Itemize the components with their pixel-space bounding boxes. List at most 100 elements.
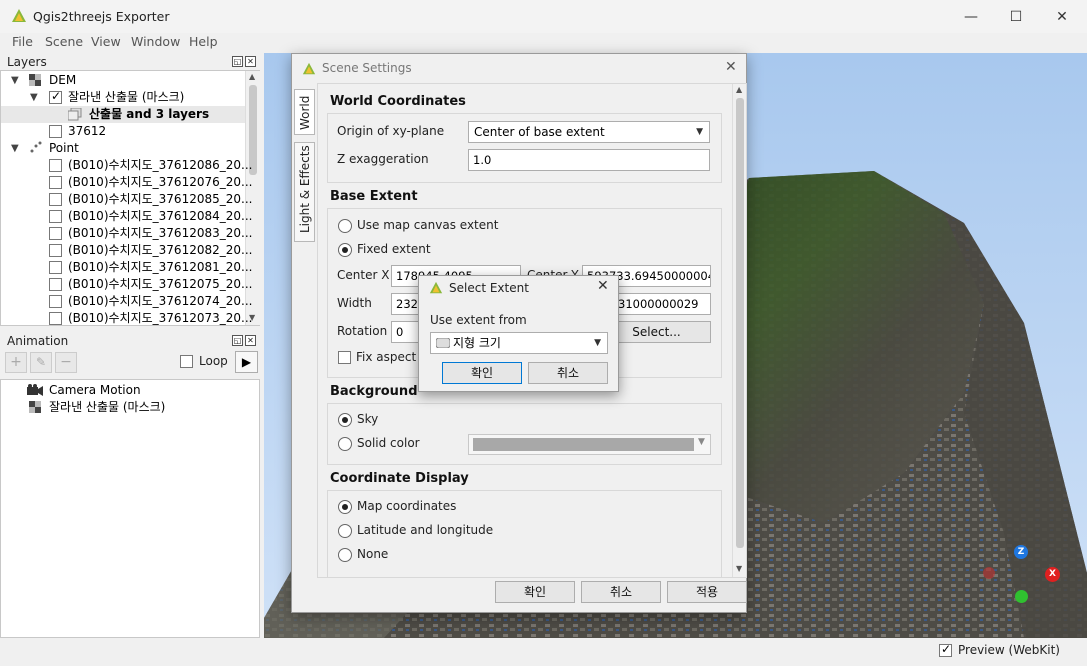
- fixed-extent-radio[interactable]: [338, 243, 352, 257]
- layer-checkbox[interactable]: [49, 295, 62, 308]
- layer-icon: [436, 338, 450, 348]
- tree-item-layer[interactable]: (B010)수치지도_37612085_20...: [68, 191, 252, 208]
- qgis-logo-icon: [429, 281, 443, 294]
- preview-checkbox[interactable]: [939, 642, 952, 657]
- menu-scene[interactable]: Scene: [45, 34, 83, 49]
- color-picker-button[interactable]: ▼: [468, 434, 711, 455]
- loop-checkbox[interactable]: [180, 355, 193, 368]
- menu-view[interactable]: View: [91, 34, 121, 49]
- layer-checkbox[interactable]: [49, 244, 62, 257]
- axis-neg-x-marker: [983, 567, 995, 579]
- lat-lon-label: Latitude and longitude: [357, 523, 494, 537]
- layer-checkbox[interactable]: [49, 210, 62, 223]
- axis-y-marker: [1015, 590, 1028, 603]
- layer-checkbox[interactable]: [49, 159, 62, 172]
- maximize-icon[interactable]: ☐: [1005, 6, 1027, 28]
- layer-checkbox[interactable]: [49, 261, 62, 274]
- tree-item-layer[interactable]: (B010)수치지도_37612083_20...: [68, 225, 252, 242]
- qgis-logo-icon: [302, 62, 316, 75]
- tree-item-37612[interactable]: 37612: [68, 123, 106, 140]
- tree-item-point[interactable]: Point: [49, 140, 79, 157]
- sky-label: Sky: [357, 412, 379, 426]
- chevron-down-icon: ▼: [696, 127, 703, 137]
- raster-layer-icon: [29, 401, 41, 413]
- minimize-icon[interactable]: —: [960, 6, 982, 28]
- section-title-coordinate-display: Coordinate Display: [330, 471, 469, 486]
- select-extent-dialog: Select Extent ✕ Use extent from 지형 크기 ▼ 확…: [418, 275, 619, 392]
- layer-checkbox[interactable]: [49, 193, 62, 206]
- tree-item-layer[interactable]: (B010)수치지도_37612084_20...: [68, 208, 252, 225]
- axis-z-marker: Z: [1014, 545, 1028, 559]
- tree-item-mask[interactable]: 잘라낸 산출물 (마스크): [68, 89, 184, 106]
- tree-item-group[interactable]: 산출물 and 3 layers: [89, 106, 209, 123]
- use-canvas-extent-radio[interactable]: [338, 219, 352, 233]
- use-canvas-extent-label: Use map canvas extent: [357, 218, 499, 232]
- chevron-down-icon: ▼: [698, 437, 705, 447]
- origin-combobox[interactable]: Center of base extent ▼: [468, 121, 710, 143]
- z-exaggeration-input[interactable]: 1.0: [468, 149, 710, 171]
- close-icon[interactable]: ✕: [725, 59, 737, 75]
- select-extent-cancel-button[interactable]: 취소: [528, 362, 608, 384]
- animation-item-camera[interactable]: Camera Motion: [49, 382, 141, 399]
- edit-keyframe-button[interactable]: ✎: [30, 352, 52, 373]
- apply-button[interactable]: 적용: [667, 581, 747, 603]
- close-panel-icon[interactable]: ✕: [245, 335, 256, 346]
- animation-tree: Camera Motion 잘라낸 산출물 (마스크): [0, 379, 260, 638]
- menu-file[interactable]: File: [12, 34, 33, 49]
- fix-aspect-checkbox[interactable]: [338, 351, 351, 364]
- close-icon[interactable]: ✕: [1051, 6, 1073, 28]
- play-button[interactable]: ▶: [235, 351, 258, 373]
- tree-item-layer[interactable]: (B010)수치지도_37612073_20...: [68, 310, 252, 327]
- map-coordinates-label: Map coordinates: [357, 499, 457, 513]
- menu-window[interactable]: Window: [131, 34, 180, 49]
- animation-panel-title: Animation: [7, 334, 69, 348]
- map-coordinates-radio[interactable]: [338, 500, 352, 514]
- layer-checkbox-mask[interactable]: [49, 89, 62, 104]
- tree-item-layer[interactable]: (B010)수치지도_37612081_20...: [68, 259, 252, 276]
- layers-tree: ▲ ▼ ▼ DEM ▼ 잘라낸 산출물 (마스크) 산출물 and 3 laye…: [0, 70, 260, 326]
- tree-item-dem[interactable]: DEM: [49, 72, 76, 89]
- sky-radio[interactable]: [338, 413, 352, 427]
- float-panel-icon[interactable]: ◱: [232, 56, 243, 67]
- none-radio[interactable]: [338, 548, 352, 562]
- layer-checkbox[interactable]: [49, 278, 62, 291]
- extent-source-combobox[interactable]: 지형 크기 ▼: [430, 332, 608, 354]
- lat-lon-radio[interactable]: [338, 524, 352, 538]
- float-panel-icon[interactable]: ◱: [232, 335, 243, 346]
- layer-checkbox[interactable]: [49, 227, 62, 240]
- axis-x-marker: X: [1045, 567, 1060, 582]
- tree-item-layer[interactable]: (B010)수치지도_37612086_20...: [68, 157, 252, 174]
- tab-light-effects[interactable]: Light & Effects: [294, 142, 315, 242]
- section-title-world-coordinates: World Coordinates: [330, 94, 466, 109]
- solid-color-radio[interactable]: [338, 437, 352, 451]
- dialog-scrollbar[interactable]: ▲ ▼: [732, 84, 746, 577]
- remove-keyframe-button[interactable]: −: [55, 352, 77, 373]
- layer-checkbox[interactable]: [49, 312, 62, 325]
- cancel-button[interactable]: 취소: [581, 581, 661, 603]
- layer-group-icon: [68, 108, 82, 121]
- none-label: None: [357, 547, 389, 561]
- tree-item-layer[interactable]: (B010)수치지도_37612076_20...: [68, 174, 252, 191]
- layer-checkbox-37612[interactable]: [49, 125, 62, 138]
- tree-item-layer[interactable]: (B010)수치지도_37612082_20...: [68, 242, 252, 259]
- qgis-logo-icon: [12, 9, 26, 22]
- menu-bar: File Scene View Window Help: [0, 33, 1087, 53]
- ok-button[interactable]: 확인: [495, 581, 575, 603]
- tree-item-layer[interactable]: (B010)수치지도_37612075_20...: [68, 276, 252, 293]
- add-keyframe-button[interactable]: +: [5, 352, 27, 373]
- select-extent-ok-button[interactable]: 확인: [442, 362, 522, 384]
- raster-layer-icon: [29, 74, 41, 86]
- fixed-extent-label: Fixed extent: [357, 242, 431, 256]
- tree-item-layer[interactable]: (B010)수치지도_37612074_20...: [68, 293, 252, 310]
- window-title: Qgis2threejs Exporter: [33, 9, 170, 24]
- tab-world[interactable]: World: [294, 89, 315, 135]
- camera-icon: [27, 384, 43, 396]
- origin-label: Origin of xy-plane: [337, 124, 445, 138]
- status-bar: [0, 638, 1087, 666]
- close-icon[interactable]: ✕: [597, 278, 609, 294]
- close-panel-icon[interactable]: ✕: [245, 56, 256, 67]
- z-exaggeration-label: Z exaggeration: [337, 152, 429, 166]
- animation-item-layer[interactable]: 잘라낸 산출물 (마스크): [49, 399, 165, 416]
- menu-help[interactable]: Help: [189, 34, 218, 49]
- layer-checkbox[interactable]: [49, 176, 62, 189]
